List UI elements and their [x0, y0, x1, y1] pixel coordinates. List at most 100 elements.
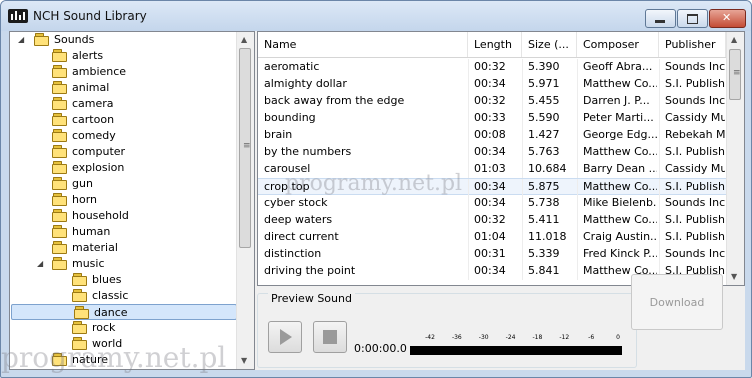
folder-icon — [34, 33, 49, 46]
table-row[interactable]: aeromatic 00:32 5.390 Geoff Abra... Sounds I… — [258, 59, 726, 76]
table-row[interactable]: deep waters 00:32 5.411 Matthew Co... S.I. P… — [258, 212, 726, 229]
cell-size: 5.411 — [528, 213, 560, 226]
cell-size: 5.455 — [528, 94, 560, 107]
tree-item-human[interactable]: human — [10, 224, 236, 240]
window-title: NCH Sound Library — [33, 9, 147, 23]
meter-tick-label: -30 — [478, 334, 489, 341]
sound-list[interactable]: Name Length Size (... Composer Publisher… — [257, 31, 745, 286]
cell-composer: George Edg... — [583, 128, 657, 141]
column-header-name[interactable]: Name — [258, 32, 468, 57]
meter-bar — [410, 346, 622, 355]
tree-item-music[interactable]: ◢ music — [10, 256, 236, 272]
column-header-publisher[interactable]: Publisher — [659, 32, 726, 57]
table-row[interactable]: carousel 01:03 10.684 Barry Dean ... Cassidy… — [258, 161, 726, 178]
tree-item-label: blues — [92, 273, 122, 286]
cell-length: 00:31 — [474, 247, 506, 260]
table-row[interactable]: almighty dollar 00:34 5.971 Matthew Co... S.… — [258, 76, 726, 93]
cell-size: 1.427 — [528, 128, 560, 141]
folder-icon — [72, 273, 87, 286]
tree-item-gun[interactable]: gun — [10, 176, 236, 192]
tree-item-horn[interactable]: horn — [10, 192, 236, 208]
folder-icon — [52, 257, 67, 270]
folder-icon — [52, 353, 67, 366]
cell-composer: Darren J. P... — [583, 94, 650, 107]
scroll-up-icon[interactable]: ▲ — [731, 35, 737, 44]
list-scrollbar[interactable]: ▲ ≡ ▼ — [726, 32, 744, 285]
tree-item-comedy[interactable]: comedy — [10, 128, 236, 144]
scroll-down-icon[interactable]: ▼ — [731, 272, 737, 281]
cell-size: 5.590 — [528, 111, 560, 124]
collapse-arrow-icon[interactable]: ◢ — [37, 259, 43, 268]
collapse-arrow-icon[interactable]: ◢ — [18, 35, 24, 44]
tree-item-label: alerts — [72, 49, 104, 62]
meter-tick-label: -18 — [532, 334, 543, 341]
cell-publisher: S.I. Publishi... — [665, 230, 725, 243]
tree-item-camera[interactable]: camera — [10, 96, 236, 112]
table-row[interactable]: by the numbers 00:34 5.763 Matthew Co... S.I… — [258, 144, 726, 161]
folder-icon — [52, 65, 67, 78]
folder-icon — [52, 177, 67, 190]
folder-icon — [52, 209, 67, 222]
tree-item-label: classic — [92, 289, 129, 302]
stop-button[interactable] — [313, 321, 347, 353]
column-header-size[interactable]: Size (... — [522, 32, 577, 57]
tree-item-cartoon[interactable]: cartoon — [10, 112, 236, 128]
tree-item-ambience[interactable]: ambience — [10, 64, 236, 80]
tree-item-world[interactable]: world — [10, 336, 236, 352]
table-row[interactable]: brain 00:08 1.427 George Edg... Rebekah M... — [258, 127, 726, 144]
table-row[interactable]: distinction 00:31 5.339 Fred Kinck P... Soun… — [258, 246, 726, 263]
table-row[interactable]: crop top 00:34 5.875 Matthew Co... S.I. Publ… — [258, 178, 726, 196]
cell-length: 00:34 — [474, 264, 506, 277]
app-window: NCH Sound Library ✕ ◢ Sounds alerts ambie… — [0, 0, 752, 378]
cell-composer: Mike Bielenb... — [583, 196, 657, 209]
list-scroll-thumb[interactable]: ≡ — [729, 49, 741, 100]
tree-item-computer[interactable]: computer — [10, 144, 236, 160]
table-row[interactable]: back away from the edge 00:32 5.455 Darren … — [258, 93, 726, 110]
tree-scroll-thumb[interactable]: ≡ — [239, 48, 251, 248]
scroll-down-icon[interactable]: ▼ — [241, 356, 247, 365]
tree-scrollbar[interactable]: ▲ ≡ ▼ — [236, 32, 254, 369]
cell-size: 5.875 — [528, 180, 560, 193]
cell-composer: Fred Kinck P... — [583, 247, 657, 260]
table-row[interactable]: direct current 01:04 11.018 Craig Austin...… — [258, 229, 726, 246]
meter-tick-label: -6 — [588, 334, 595, 341]
tree-item-classic[interactable]: classic — [10, 288, 236, 304]
stop-icon — [323, 330, 337, 344]
close-button[interactable]: ✕ — [709, 9, 746, 28]
tree-item-nature[interactable]: nature — [10, 352, 236, 368]
tree-item-sounds[interactable]: ◢ Sounds — [10, 32, 236, 48]
cell-publisher: Sounds Incr... — [665, 60, 725, 73]
tree-item-dance[interactable]: dance — [11, 304, 237, 320]
download-button[interactable]: Download — [631, 274, 723, 330]
tree-item-label: household — [72, 209, 129, 222]
tree-item-label: cartoon — [72, 113, 115, 126]
tree-item-household[interactable]: household — [10, 208, 236, 224]
cell-length: 01:04 — [474, 230, 506, 243]
meter-tick-label: 0 — [616, 334, 620, 341]
tree-item-rock[interactable]: rock — [10, 320, 236, 336]
cell-size: 5.971 — [528, 77, 560, 90]
tree-item-blues[interactable]: blues — [10, 272, 236, 288]
maximize-button[interactable] — [677, 9, 708, 28]
folder-icon — [52, 81, 67, 94]
time-display: 0:00:00.0 — [354, 342, 407, 355]
tree-item-material[interactable]: material — [10, 240, 236, 256]
cell-name: by the numbers — [264, 145, 352, 158]
table-row[interactable]: bounding 00:33 5.590 Peter Marti... Cassidy … — [258, 110, 726, 127]
title-bar[interactable]: NCH Sound Library ✕ — [1, 1, 751, 31]
play-button[interactable] — [268, 321, 302, 353]
category-tree[interactable]: ◢ Sounds alerts ambience animal camera carto… — [9, 31, 255, 370]
tree-item-explosion[interactable]: explosion — [10, 160, 236, 176]
tree-item-alerts[interactable]: alerts — [10, 48, 236, 64]
cell-size: 10.684 — [528, 162, 567, 175]
column-header-length[interactable]: Length — [468, 32, 522, 57]
table-row[interactable]: cyber stock 00:34 5.738 Mike Bielenb... Soun… — [258, 195, 726, 212]
tree-item-animal[interactable]: animal — [10, 80, 236, 96]
folder-icon — [52, 193, 67, 206]
folder-icon — [52, 145, 67, 158]
cell-length: 00:32 — [474, 60, 506, 73]
cell-length: 00:32 — [474, 94, 506, 107]
minimize-button[interactable] — [645, 9, 676, 28]
scroll-up-icon[interactable]: ▲ — [241, 35, 247, 44]
column-header-composer[interactable]: Composer — [577, 32, 659, 57]
